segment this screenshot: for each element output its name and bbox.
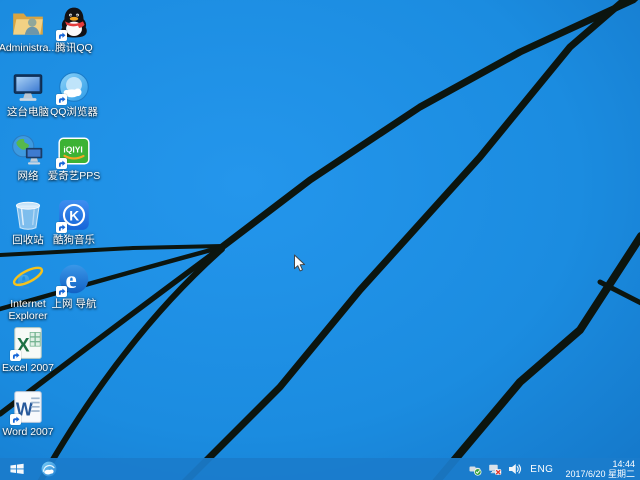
desktop-screen: Administra... 这台电脑 网络 xyxy=(0,0,640,480)
desktop-icon-kugou-music[interactable]: K 酷狗音乐 xyxy=(42,197,106,246)
recycle-bin-icon xyxy=(10,197,46,233)
taskbar-app-qq-browser[interactable] xyxy=(34,458,64,480)
iqiyi-pps-icon: iQIYI xyxy=(56,133,92,169)
windows-logo-icon xyxy=(9,461,25,477)
network-disconnected-icon[interactable] xyxy=(488,462,502,476)
mouse-cursor xyxy=(293,254,306,273)
icon-label: Excel 2007 xyxy=(2,362,54,374)
icon-label: 回收站 xyxy=(12,234,44,246)
svg-text:K: K xyxy=(69,208,79,223)
desktop-icon-qq-browser[interactable]: QQ浏览器 xyxy=(42,69,106,118)
desktop-icon-excel-2007[interactable]: X Excel 2007 xyxy=(0,325,60,374)
internet-explorer-icon: e xyxy=(10,261,46,297)
qq-browser-icon xyxy=(56,69,92,105)
excel-2007-icon: X xyxy=(10,325,46,361)
user-files-icon xyxy=(10,5,46,41)
desktop-icon-web-navigation[interactable]: e 上网 导航 xyxy=(42,261,106,310)
icon-label: 网络 xyxy=(18,170,39,182)
start-button[interactable] xyxy=(0,458,34,480)
taskbar: ENG 14:44 2017/6/20 星期二 xyxy=(0,458,640,480)
qq-browser-taskbar-icon xyxy=(40,460,58,478)
clock-date: 2017/6/20 星期二 xyxy=(565,469,635,479)
icon-label: 腾讯QQ xyxy=(55,42,92,54)
volume-icon[interactable] xyxy=(508,462,522,476)
taskbar-clock[interactable]: 14:44 2017/6/20 星期二 xyxy=(561,459,635,479)
this-pc-icon xyxy=(10,69,46,105)
shortcut-arrow-icon xyxy=(56,94,67,105)
word-2007-icon: W xyxy=(10,389,46,425)
clock-time: 14:44 xyxy=(612,459,635,469)
svg-text:iQIYI: iQIYI xyxy=(63,145,82,155)
kugou-music-icon: K xyxy=(56,197,92,233)
icon-label: QQ浏览器 xyxy=(50,106,98,118)
icon-label: 上网 导航 xyxy=(52,298,97,310)
system-tray: ENG 14:44 2017/6/20 星期二 xyxy=(468,459,640,479)
shortcut-arrow-icon xyxy=(56,286,67,297)
desktop-icon-tencent-qq[interactable]: 腾讯QQ xyxy=(42,5,106,54)
svg-text:e: e xyxy=(17,264,30,296)
svg-text:e: e xyxy=(66,266,77,294)
shortcut-arrow-icon xyxy=(56,158,67,169)
icon-label: 酷狗音乐 xyxy=(53,234,95,246)
desktop-icon-word-2007[interactable]: W Word 2007 xyxy=(0,389,60,438)
shortcut-arrow-icon xyxy=(10,414,21,425)
shortcut-arrow-icon xyxy=(56,222,67,233)
usb-safely-remove-icon[interactable] xyxy=(468,462,482,476)
web-navigation-icon: e xyxy=(56,261,92,297)
language-indicator[interactable]: ENG xyxy=(528,464,555,475)
icon-label: Word 2007 xyxy=(2,426,53,438)
network-icon xyxy=(10,133,46,169)
icon-label: 爱奇艺PPS xyxy=(48,170,101,182)
desktop-icon-iqiyi-pps[interactable]: iQIYI 爱奇艺PPS xyxy=(42,133,106,182)
shortcut-arrow-icon xyxy=(56,30,67,41)
tencent-qq-icon xyxy=(56,5,92,41)
shortcut-arrow-icon xyxy=(10,350,21,361)
